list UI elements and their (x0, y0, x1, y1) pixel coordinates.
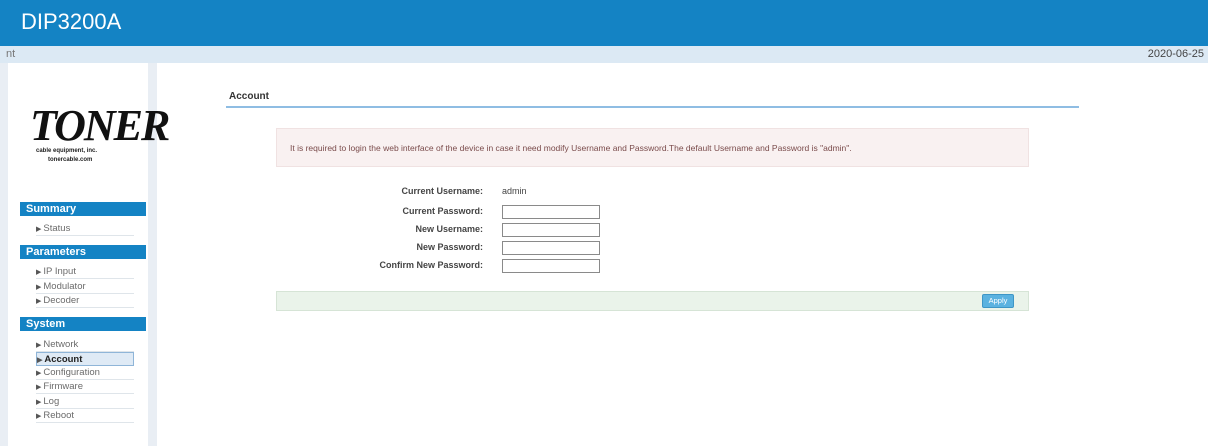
triangle-right-icon: ▶ (36, 413, 42, 420)
info-notice: It is required to login the web interfac… (276, 128, 1029, 167)
date-display: 2020-06-25 (1147, 48, 1204, 60)
triangle-right-icon: ▶ (36, 342, 42, 349)
sidebar-section-parameters: Parameters (20, 245, 146, 259)
sidebar-item-label: Modulator (43, 281, 86, 292)
triangle-right-icon: ▶ (36, 370, 42, 377)
sidebar-item-label: Reboot (43, 410, 75, 421)
logo-url: tonercable.com (48, 157, 93, 163)
confirm-password-input[interactable] (502, 259, 600, 273)
current-username-label: Current Username: (401, 186, 483, 196)
sidebar-item-label: Firmware (43, 381, 83, 392)
apply-button[interactable]: Apply (982, 294, 1014, 308)
sidebar-item-configuration[interactable]: ▶ Configuration (36, 366, 134, 380)
triangle-right-icon: ▶ (36, 226, 42, 233)
subbar-left-text: nt (6, 48, 16, 60)
new-username-label: New Username: (415, 224, 483, 234)
toner-logo: TONER cable equipment, inc. tonercable.c… (30, 104, 170, 174)
sidebar-item-label: Decoder (43, 295, 80, 306)
current-password-input[interactable] (502, 205, 600, 219)
sidebar-item-firmware[interactable]: ▶ Firmware (36, 380, 134, 394)
triangle-right-icon: ▶ (36, 384, 42, 391)
sidebar-item-ip-input[interactable]: ▶ IP Input (36, 265, 134, 279)
current-password-label: Current Password: (402, 206, 483, 216)
sidebar-section-system: System (20, 317, 146, 331)
sidebar-item-decoder[interactable]: ▶ Decoder (36, 294, 134, 308)
sidebar-item-label: Configuration (43, 367, 100, 378)
sidebar-item-network[interactable]: ▶ Network (36, 338, 134, 352)
triangle-right-icon: ▶ (36, 284, 42, 291)
app-title: DIP3200A (21, 9, 122, 34)
action-bar (276, 291, 1029, 311)
sidebar-section-summary: Summary (20, 202, 146, 216)
sidebar-item-label: IP Input (43, 266, 76, 277)
sidebar-item-modulator[interactable]: ▶ Modulator (36, 280, 134, 294)
triangle-right-icon: ▶ (36, 269, 42, 276)
sidebar-item-label: Log (43, 396, 60, 407)
sidebar-item-reboot[interactable]: ▶ Reboot (36, 409, 134, 423)
page-title: Account (229, 91, 269, 102)
new-username-input[interactable] (502, 223, 600, 237)
logo-brand: TONER (30, 101, 170, 150)
triangle-right-icon: ▶ (36, 399, 42, 406)
new-password-label: New Password: (416, 242, 483, 252)
new-password-input[interactable] (502, 241, 600, 255)
current-username-value: admin (502, 186, 527, 196)
sidebar-item-label: Status (43, 223, 71, 234)
sidebar-item-status[interactable]: ▶ Status (36, 222, 134, 236)
triangle-right-icon: ▶ (37, 357, 43, 364)
sidebar-item-account[interactable]: ▶ Account (36, 352, 134, 366)
logo-tagline: cable equipment, inc. (36, 148, 98, 154)
sidebar-item-log[interactable]: ▶ Log (36, 395, 134, 409)
title-divider (226, 106, 1079, 108)
sidebar-item-label: Network (43, 339, 79, 350)
sidebar-item-label: Account (44, 354, 83, 365)
top-header: DIP3200A (0, 0, 1208, 46)
confirm-password-label: Confirm New Password: (379, 260, 483, 270)
triangle-right-icon: ▶ (36, 298, 42, 305)
sub-header: nt 2020-06-25 (0, 46, 1208, 63)
